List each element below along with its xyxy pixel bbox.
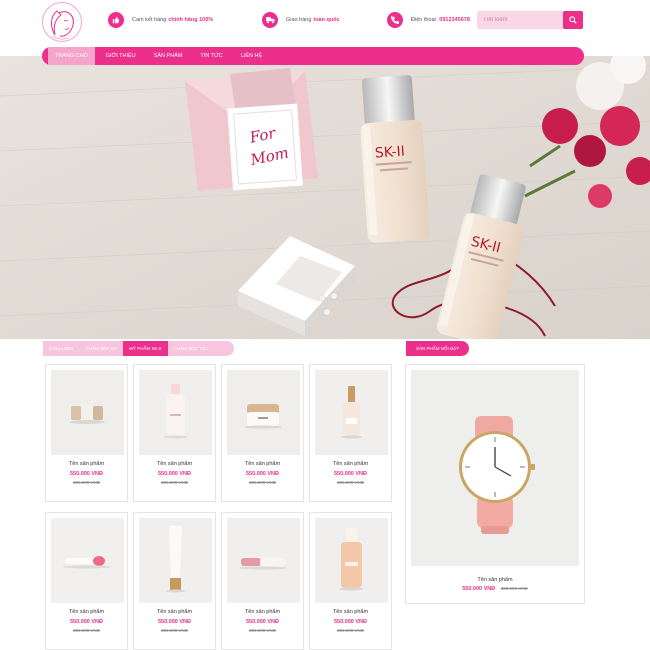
tab-sk2-cosmetics[interactable]: MỸ PHẨM SK-II xyxy=(123,341,168,356)
product-image[interactable] xyxy=(315,370,388,455)
hot-product-image[interactable] xyxy=(411,370,579,566)
product-image[interactable] xyxy=(139,370,212,455)
product-card[interactable]: Tên sản phẩm 550.000 VNĐ 300.000 VNĐ xyxy=(133,364,216,502)
info-genuine: Cam kết hàng chính hãng 100% xyxy=(108,12,213,28)
product-old-price: 300.000 VNĐ xyxy=(72,480,101,485)
info-phone-text: Điện thoại: xyxy=(411,17,438,23)
info-phone: Điện thoại: 0912345678 xyxy=(387,12,470,28)
tab-skin-care[interactable]: CHĂM SÓC DA xyxy=(80,341,124,356)
product-name[interactable]: Tên sản phẩm xyxy=(134,609,215,615)
main-nav: TRANG CHỦ GIỚI THIỆU SẢN PHẨM TIN TỨC LI… xyxy=(42,47,584,65)
product-image[interactable] xyxy=(227,370,300,455)
product-card[interactable]: Tên sản phẩm 550.000 VNĐ 300.000 VNĐ xyxy=(45,364,128,502)
tab-collagen[interactable]: COLLAGEN xyxy=(43,341,80,356)
hot-product-name[interactable]: Tên sản phẩm xyxy=(406,577,584,583)
site-header: Cam kết hàng chính hãng 100% Giao hàng t… xyxy=(0,0,650,46)
nav-item-news[interactable]: TIN TỨC xyxy=(200,47,222,65)
search-button[interactable] xyxy=(563,11,583,29)
product-name[interactable]: Tên sản phẩm xyxy=(134,461,215,467)
product-image[interactable] xyxy=(227,518,300,603)
info-genuine-text: Cam kết hàng xyxy=(132,17,167,23)
nav-item-home[interactable]: TRANG CHỦ xyxy=(48,47,95,65)
product-old-price: 300.000 VNĐ xyxy=(160,480,189,485)
hot-product-price: 550.000 VNĐ xyxy=(462,586,496,592)
info-shipping: Giao hàng toàn quốc xyxy=(262,12,340,28)
product-price: 550.000 VNĐ xyxy=(333,471,368,477)
search-input[interactable] xyxy=(477,11,561,29)
product-price: 550.000 VNĐ xyxy=(333,619,368,625)
product-price: 550.000 VNĐ xyxy=(245,619,280,625)
product-old-price: 300.000 VNĐ xyxy=(160,628,189,633)
product-card[interactable]: Tên sản phẩm 550.000 VNĐ 300.000 VNĐ xyxy=(221,364,304,502)
truck-icon xyxy=(262,12,278,28)
product-image[interactable] xyxy=(315,518,388,603)
search-box xyxy=(477,11,583,29)
woman-face-logo-icon xyxy=(51,10,74,40)
hero-banner[interactable]: For Mom SK-II SK-II xyxy=(0,56,650,339)
nav-item-products[interactable]: SẢN PHẨM xyxy=(154,47,183,65)
thumbs-up-icon xyxy=(108,12,124,28)
hot-products-title: SẢN PHẨM NỔI BẬT xyxy=(406,341,469,356)
banner-bottle1-brand: SK-II xyxy=(374,144,405,162)
info-genuine-highlight: chính hãng 100% xyxy=(168,17,214,23)
product-price: 550.000 VNĐ xyxy=(157,471,192,477)
banner-image: For Mom SK-II SK-II xyxy=(0,56,650,339)
product-old-price: 300.000 VNĐ xyxy=(336,628,365,633)
product-old-price: 300.000 VNĐ xyxy=(248,480,277,485)
product-name[interactable]: Tên sản phẩm xyxy=(222,461,303,467)
product-price: 550.000 VNĐ xyxy=(157,619,192,625)
phone-icon xyxy=(387,12,403,28)
product-card[interactable]: Tên sản phẩm 550.000 VNĐ 300.000 VNĐ xyxy=(221,512,304,650)
product-old-price: 300.000 VNĐ xyxy=(248,628,277,633)
product-name[interactable]: Tên sản phẩm xyxy=(222,609,303,615)
product-name[interactable]: Tên sản phẩm xyxy=(46,609,127,615)
product-image[interactable] xyxy=(139,518,212,603)
product-card[interactable]: Tên sản phẩm 550.000 VNĐ 300.000 VNĐ xyxy=(309,512,392,650)
product-price: 550.000 VNĐ xyxy=(69,471,104,477)
product-old-price: 300.000 VNĐ xyxy=(72,628,101,633)
category-tabs: COLLAGEN CHĂM SÓC DA MỸ PHẨM SK-II CHĂM … xyxy=(43,341,234,356)
product-name[interactable]: Tên sản phẩm xyxy=(310,461,391,467)
search-icon xyxy=(569,16,577,24)
product-name[interactable]: Tên sản phẩm xyxy=(46,461,127,467)
product-price: 550.000 VNĐ xyxy=(69,619,104,625)
nav-item-about[interactable]: GIỚI THIỆU xyxy=(106,47,136,65)
hot-product-prices: 550.000 VNĐ 300.000 VNĐ xyxy=(406,586,584,592)
hot-product-card[interactable]: Tên sản phẩm 550.000 VNĐ 300.000 VNĐ xyxy=(405,364,585,604)
product-card[interactable]: Tên sản phẩm 550.000 VNĐ 300.000 VNĐ xyxy=(309,364,392,502)
product-image[interactable] xyxy=(51,370,124,455)
product-card[interactable]: Tên sản phẩm 550.000 VNĐ 300.000 VNĐ xyxy=(45,512,128,650)
hot-product-old-price: 300.000 VNĐ xyxy=(500,586,528,591)
nav-item-contact[interactable]: LIÊN HỆ xyxy=(241,47,262,65)
info-shipping-text: Giao hàng xyxy=(286,17,312,23)
info-shipping-highlight: toàn quốc xyxy=(313,17,340,23)
site-logo[interactable] xyxy=(42,2,82,42)
tab-hair-care[interactable]: CHĂM SÓC TÓC xyxy=(168,341,215,356)
product-image[interactable] xyxy=(51,518,124,603)
product-card[interactable]: Tên sản phẩm 550.000 VNĐ 300.000 VNĐ xyxy=(133,512,216,650)
product-price: 550.000 VNĐ xyxy=(245,471,280,477)
info-phone-number[interactable]: 0912345678 xyxy=(439,17,470,23)
product-old-price: 300.000 VNĐ xyxy=(336,480,365,485)
product-name[interactable]: Tên sản phẩm xyxy=(310,609,391,615)
